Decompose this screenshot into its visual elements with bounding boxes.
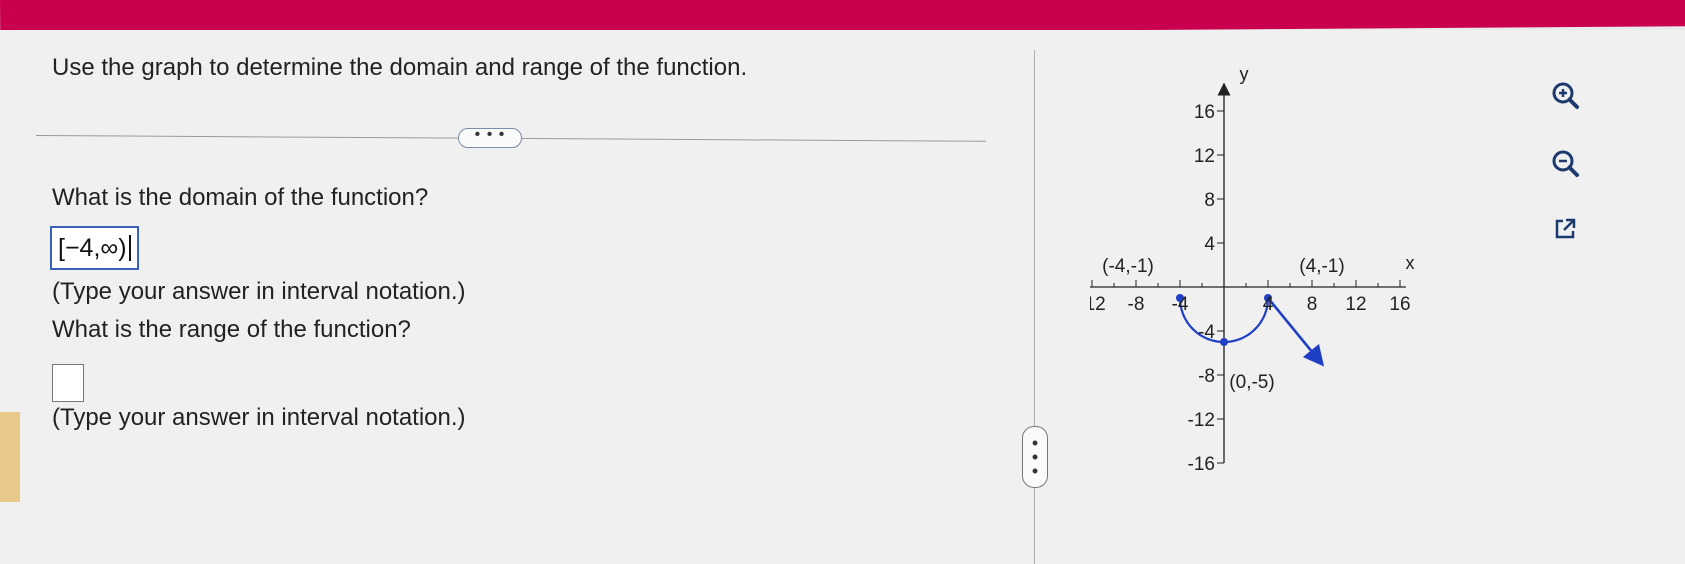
y-tick-label: 16 bbox=[1194, 102, 1215, 123]
domain-prompt: What is the domain of the function? bbox=[52, 184, 429, 211]
function-graph: -16-12-8-4481216161284-4-8-12-16xy(-4,-1… bbox=[1090, 68, 1415, 475]
point-marker bbox=[1220, 338, 1228, 346]
y-tick-label: -4 bbox=[1198, 322, 1215, 343]
text-cursor bbox=[128, 235, 131, 261]
popout-button[interactable] bbox=[1548, 212, 1582, 246]
y-tick-label: 4 bbox=[1204, 234, 1215, 255]
x-tick-label: 4 bbox=[1263, 294, 1274, 315]
y-tick-label: -8 bbox=[1198, 366, 1215, 387]
y-axis-label: y bbox=[1240, 68, 1249, 84]
x-tick-label: 12 bbox=[1345, 294, 1366, 315]
range-hint: (Type your answer in interval notation.) bbox=[52, 404, 466, 431]
zoom-in-icon bbox=[1552, 82, 1579, 109]
zoom-out-icon bbox=[1552, 150, 1579, 177]
x-tick-label: -4 bbox=[1172, 294, 1189, 315]
y-tick-label: 12 bbox=[1194, 146, 1215, 167]
range-prompt: What is the range of the function? bbox=[52, 316, 411, 343]
point-label: (4,-1) bbox=[1299, 256, 1344, 277]
x-tick-label: -12 bbox=[1090, 294, 1106, 315]
y-tick-label: 8 bbox=[1204, 190, 1215, 211]
zoom-in-button[interactable] bbox=[1548, 78, 1582, 112]
domain-answer-text: [−4,∞) bbox=[58, 234, 127, 262]
question-text: Use the graph to determine the domain an… bbox=[52, 54, 748, 81]
popout-icon bbox=[1555, 218, 1576, 239]
point-label: (0,-5) bbox=[1229, 372, 1274, 393]
more-button[interactable]: • • • bbox=[458, 127, 522, 148]
y-tick-label: -12 bbox=[1188, 410, 1215, 431]
side-indicator bbox=[0, 412, 20, 502]
domain-hint: (Type your answer in interval notation.) bbox=[52, 278, 466, 305]
point-label: (-4,-1) bbox=[1102, 256, 1154, 277]
y-tick-label: -16 bbox=[1188, 454, 1215, 475]
zoom-out-button[interactable] bbox=[1548, 146, 1582, 180]
x-tick-label: -8 bbox=[1128, 294, 1145, 315]
x-axis-label: x bbox=[1406, 253, 1415, 273]
range-answer-field[interactable] bbox=[52, 364, 84, 402]
panel-resize-handle[interactable]: • • • bbox=[1022, 426, 1048, 488]
x-tick-label: 16 bbox=[1389, 294, 1410, 315]
dot-icon: • bbox=[1031, 461, 1039, 481]
x-tick-label: 8 bbox=[1307, 294, 1318, 315]
domain-answer-field[interactable]: [−4,∞) bbox=[50, 226, 139, 270]
